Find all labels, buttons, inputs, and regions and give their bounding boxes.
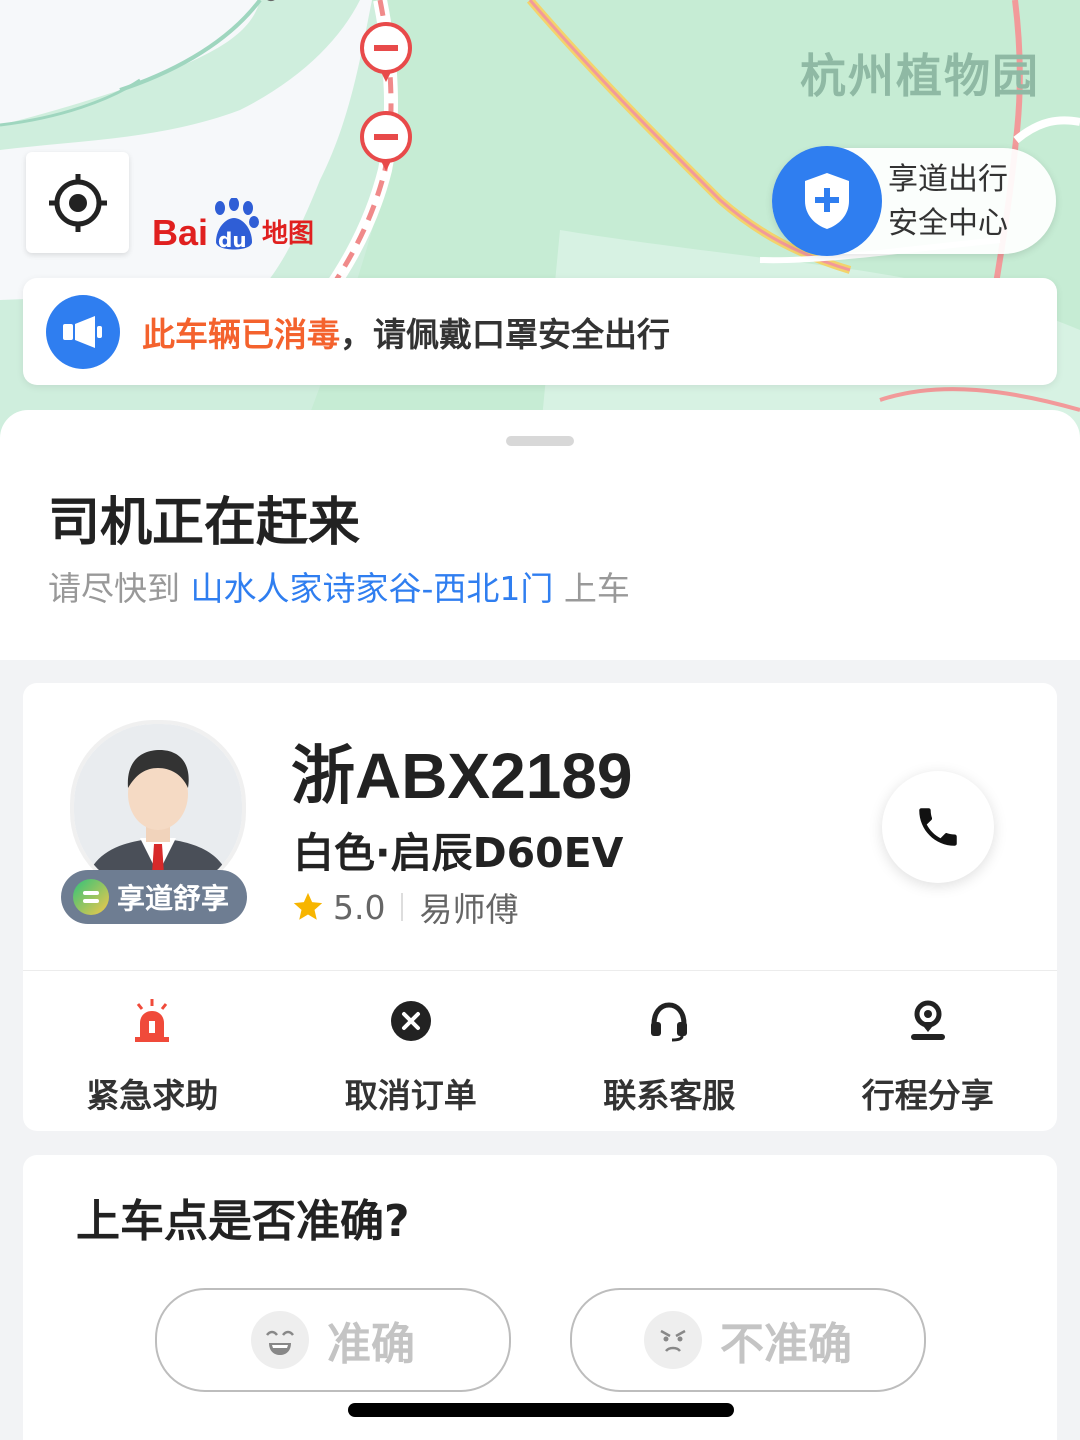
- baidu-logo-cn: 地图: [262, 219, 315, 249]
- cancel-icon: [390, 995, 432, 1047]
- service-tier-badge: 享道舒享: [61, 870, 247, 924]
- driver-card: 享道舒享 浙ABX2189 白色·启辰D60EV 5.0 易师傅 紧急求助 取消…: [23, 683, 1057, 1131]
- pickup-location-link[interactable]: 山水人家诗家谷-西北1门: [191, 569, 554, 608]
- card-divider: [23, 970, 1057, 971]
- license-plate: 浙ABX2189: [291, 740, 633, 812]
- baidu-paw-icon: du: [208, 197, 260, 254]
- sheet-drag-handle[interactable]: [506, 436, 574, 446]
- accurate-button[interactable]: 准确: [155, 1288, 511, 1392]
- action-customer-service[interactable]: 联系客服: [540, 983, 799, 1123]
- feedback-question: 上车点是否准确?: [76, 1196, 410, 1247]
- shield-icon: [772, 146, 882, 256]
- safety-center-line1: 享道出行: [888, 162, 1008, 197]
- rating-divider: [401, 893, 404, 921]
- inaccurate-label: 不准确: [720, 1319, 852, 1370]
- action-cancel-order[interactable]: 取消订单: [282, 983, 541, 1123]
- status-title: 司机正在赶来: [48, 493, 361, 553]
- phone-icon: [919, 808, 957, 846]
- star-icon: [293, 892, 323, 920]
- headset-icon: [648, 995, 690, 1047]
- pickup-feedback-card: 上车点是否准确? 准确 不准确: [23, 1155, 1057, 1440]
- driver-rating-row: 5.0 易师傅: [291, 883, 518, 931]
- inaccurate-button[interactable]: 不准确: [570, 1288, 926, 1392]
- action-cancel-label: 取消订单: [344, 1076, 477, 1115]
- home-indicator[interactable]: [348, 1403, 734, 1417]
- pickup-prefix: 请尽快到: [48, 569, 180, 608]
- call-driver-button[interactable]: [882, 771, 994, 883]
- action-emergency[interactable]: 紧急求助: [23, 983, 282, 1123]
- car-description: 白色·启辰D60EV: [293, 829, 624, 877]
- service-tier-label: 享道舒享: [117, 882, 230, 915]
- trip-actions: 紧急求助 取消订单 联系客服 行程分享: [23, 983, 1057, 1123]
- share-location-icon: [908, 995, 948, 1047]
- pickup-instruction: 请尽快到 山水人家诗家谷-西北1门 上车: [48, 562, 630, 610]
- driver-rating: 5.0: [333, 887, 386, 927]
- action-share-trip[interactable]: 行程分享: [799, 983, 1058, 1123]
- crosshair-icon: [48, 173, 107, 232]
- accurate-label: 准确: [327, 1319, 415, 1370]
- safety-center-line2: 安全中心: [888, 206, 1008, 241]
- action-service-label: 联系客服: [603, 1076, 736, 1115]
- smile-face-icon: [251, 1311, 309, 1369]
- baidu-map-logo: Bai du 地图: [152, 196, 314, 254]
- alarm-icon: [132, 995, 172, 1047]
- driver-name: 易师傅: [419, 890, 519, 929]
- disinfection-notice[interactable]: 此车辆已消毒，请佩戴口罩安全出行: [23, 278, 1057, 385]
- locate-me-button[interactable]: [26, 152, 129, 253]
- notice-text: ，请佩戴口罩安全出行: [340, 314, 670, 354]
- notice-highlight: 此车辆已消毒: [142, 314, 340, 354]
- action-emergency-label: 紧急求助: [86, 1076, 219, 1115]
- safety-center-button[interactable]: 享道出行 安全中心: [772, 146, 1056, 256]
- megaphone-icon: [46, 294, 120, 369]
- pickup-suffix: 上车: [563, 569, 630, 608]
- xiangdao-logo-icon: [73, 879, 109, 915]
- action-share-label: 行程分享: [861, 1076, 994, 1115]
- baidu-logo-text: Bai: [152, 212, 209, 253]
- map-poi-label: 杭州植物园: [800, 49, 1040, 103]
- trip-status-sheet: 司机正在赶来 请尽快到 山水人家诗家谷-西北1门 上车: [0, 410, 1080, 660]
- baidu-logo-du: du: [218, 228, 247, 252]
- map-view[interactable]: 杭州植物园 Bai du 地图 享道出行 安全中心 此车辆已消毒，请佩戴口罩安全…: [0, 0, 1080, 440]
- angry-face-icon: [644, 1311, 702, 1369]
